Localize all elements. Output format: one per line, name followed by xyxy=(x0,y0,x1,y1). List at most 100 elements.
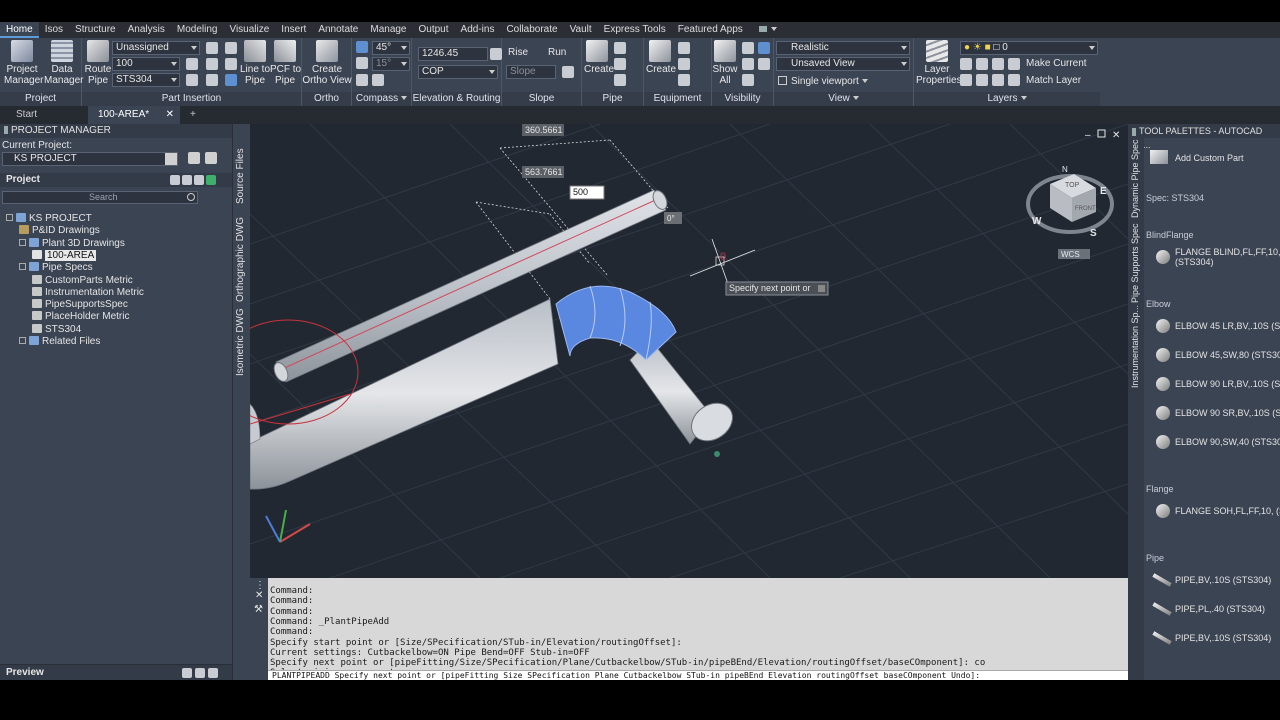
ribbon-tab-annotate[interactable]: Annotate xyxy=(312,22,364,38)
current-project-combo[interactable]: KS PROJECT xyxy=(2,152,178,166)
ribbon-tab-visualize[interactable]: Visualize xyxy=(223,22,275,38)
line-to-pipe-button[interactable]: Line to Pipe xyxy=(240,40,270,86)
viewport-config-dropdown[interactable]: Single viewport xyxy=(778,76,868,87)
tree-item-pipesupportsspec[interactable]: PipeSupportsSpec xyxy=(32,299,128,311)
tree-item-placeholder-metric[interactable]: PlaceHolder Metric xyxy=(32,311,129,323)
layer-tool-icon[interactable] xyxy=(1008,74,1020,86)
create-support-button[interactable]: Create xyxy=(584,40,614,75)
size-combo[interactable]: 100 xyxy=(112,57,180,71)
palette-item[interactable]: ELBOW 45,SW,80 (STS304) xyxy=(1175,350,1280,360)
tree-item-customparts-metric[interactable]: CustomParts Metric xyxy=(32,274,133,287)
insertion-tool-icon[interactable] xyxy=(206,74,218,86)
insertion-tool-icon[interactable] xyxy=(186,74,198,86)
create-ortho-view-button[interactable]: Create Ortho View xyxy=(302,40,352,86)
new-tab-button[interactable]: + xyxy=(180,106,206,124)
tab-100-area[interactable]: 100-AREA* ✕ xyxy=(88,106,180,124)
pcf-to-pipe-button[interactable]: PCF to Pipe xyxy=(270,40,301,86)
palette-item[interactable]: ELBOW 90,SW,40 (STS304) xyxy=(1175,437,1280,447)
ribbon-tab-collaborate[interactable]: Collaborate xyxy=(500,22,563,38)
close-icon[interactable]: ✕ xyxy=(255,590,263,601)
print-icon[interactable] xyxy=(188,152,200,164)
tooltip-arrow-icon[interactable] xyxy=(818,285,825,292)
equipment-tool-icon[interactable] xyxy=(678,58,690,70)
close-icon[interactable]: ✕ xyxy=(1112,130,1120,141)
support-tool-icon[interactable] xyxy=(614,42,626,54)
visibility-tool-icon[interactable] xyxy=(742,58,754,70)
tree-item-plant-3d-drawings[interactable]: Plant 3D Drawings xyxy=(19,237,125,250)
match-layer-button[interactable]: Match Layer xyxy=(1026,75,1081,86)
compass-option-icon[interactable] xyxy=(356,74,368,86)
layer-properties-button[interactable]: Layer Properties xyxy=(916,40,962,86)
tab-source-files[interactable]: Source Files xyxy=(235,148,246,204)
drawing-viewport[interactable]: 360.5661 563.7661 500 0° 0 Specify next … xyxy=(250,124,1128,578)
equipment-tool-icon[interactable] xyxy=(678,42,690,54)
line-number-combo[interactable]: Unassigned xyxy=(112,41,200,55)
layer-tool-icon[interactable] xyxy=(960,58,972,70)
ribbon-tab-isos[interactable]: Isos xyxy=(39,22,69,38)
tree-item-sts304[interactable]: STS304 xyxy=(32,323,81,336)
selected-elbow[interactable] xyxy=(555,285,677,361)
create-equipment-button[interactable]: Create xyxy=(646,40,676,75)
route-pipe-button[interactable]: Route Pipe xyxy=(84,40,112,86)
insertion-tool-icon[interactable] xyxy=(206,58,218,70)
tree-item-100-area[interactable]: 100-AREA xyxy=(32,249,97,262)
search-icon[interactable] xyxy=(170,175,180,185)
add-custom-part-button[interactable]: Add Custom Part xyxy=(1175,153,1244,163)
ribbon-tab-modeling[interactable]: Modeling xyxy=(171,22,224,38)
ribbon-tab-analysis[interactable]: Analysis xyxy=(122,22,171,38)
ribbon-tab-featured-apps[interactable]: Featured Apps xyxy=(672,22,749,38)
insertion-tool-icon[interactable] xyxy=(186,58,198,70)
visibility-tool-icon[interactable] xyxy=(758,58,770,70)
visual-style-combo[interactable]: Realistic xyxy=(776,41,910,55)
slope-input[interactable]: Slope xyxy=(506,65,556,79)
layer-combo[interactable]: ● ☀ ■ □ 0 xyxy=(960,41,1098,55)
tab-isometric-dwg[interactable]: Isometric DWG xyxy=(235,308,246,376)
elevation-input[interactable]: 1246.45 xyxy=(418,47,488,61)
layer-tool-icon[interactable] xyxy=(976,74,988,86)
slope-toggle-icon[interactable] xyxy=(562,66,574,78)
preview-tool-icon[interactable] xyxy=(195,668,205,678)
model-canvas[interactable]: 360.5661 563.7661 500 0° 0 Specify next … xyxy=(250,124,1128,578)
layer-tool-icon[interactable] xyxy=(992,74,1004,86)
data-manager-button[interactable]: Data Manager xyxy=(44,40,83,86)
compass-angle-combo[interactable]: 45° xyxy=(372,41,410,55)
preview-tool-icon[interactable] xyxy=(182,668,192,678)
isolate-icon[interactable] xyxy=(742,42,754,54)
cop-combo[interactable]: COP xyxy=(418,65,498,79)
ribbon-tab-express-tools[interactable]: Express Tools xyxy=(598,22,672,38)
command-input[interactable]: PLANTPIPEADD Specify next point or [pipe… xyxy=(268,670,1128,680)
insertion-tool-icon[interactable] xyxy=(225,74,237,86)
list-icon[interactable] xyxy=(194,175,204,185)
tree-item-related-files[interactable]: Related Files xyxy=(19,336,100,348)
compass-snap-icon[interactable] xyxy=(356,57,368,69)
ribbon-tab-output[interactable]: Output xyxy=(413,22,455,38)
copy-icon[interactable] xyxy=(205,152,217,164)
layer-tool-icon[interactable] xyxy=(976,58,988,70)
show-all-button[interactable]: Show All xyxy=(712,40,738,86)
ribbon-tab-home[interactable]: Home xyxy=(0,22,39,38)
make-current-button[interactable]: Make Current xyxy=(1026,58,1087,69)
visibility-tool-icon[interactable] xyxy=(742,74,754,86)
expand-icon[interactable] xyxy=(6,214,13,221)
ribbon-overflow-button[interactable] xyxy=(749,22,783,38)
tab-orthographic-dwg[interactable]: Orthographic DWG xyxy=(235,217,246,302)
compass-increment-combo[interactable]: 15° xyxy=(372,57,410,71)
spec-combo[interactable]: STS304 xyxy=(112,73,180,87)
tree-item-instrumentation-metric[interactable]: Instrumentation Metric xyxy=(32,286,144,299)
palette-item[interactable]: FLANGE BLIND,FL,FF,10, (STS304) xyxy=(1175,247,1280,267)
layer-tool-icon[interactable] xyxy=(1008,58,1020,70)
support-tool-icon[interactable] xyxy=(614,58,626,70)
compass-toggle-icon[interactable] xyxy=(356,41,368,53)
tab-pipe-supports-spec[interactable]: Pipe Supports Spec xyxy=(1130,223,1140,303)
tree-item-p-id-drawings[interactable]: P&ID Drawings xyxy=(19,225,100,237)
insertion-tool-icon[interactable] xyxy=(206,42,218,54)
tab-instrumentation-spec[interactable]: Instrumentation Sp... xyxy=(1130,305,1140,388)
insertion-tool-icon[interactable] xyxy=(225,42,237,54)
hide-icon[interactable] xyxy=(758,42,770,54)
tree-item-ks-project[interactable]: KS PROJECT xyxy=(6,213,92,225)
tab-start[interactable]: Start xyxy=(6,106,47,124)
search-input[interactable]: Search xyxy=(2,191,198,204)
layer-tool-icon[interactable] xyxy=(960,74,972,86)
ribbon-tab-add-ins[interactable]: Add-ins xyxy=(455,22,501,38)
refresh-icon[interactable] xyxy=(206,175,216,185)
